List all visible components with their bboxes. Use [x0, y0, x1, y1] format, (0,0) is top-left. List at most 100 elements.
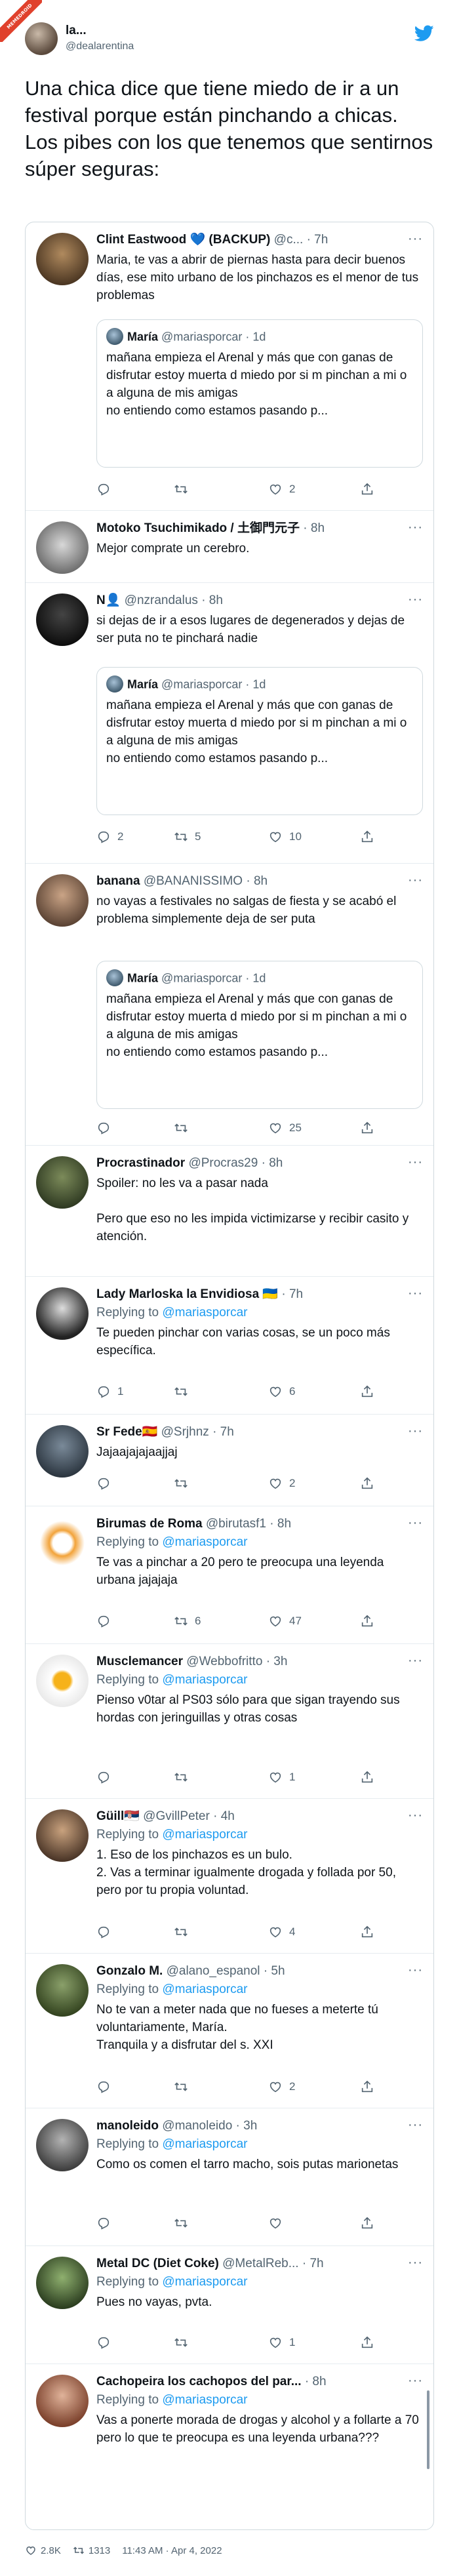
share-button[interactable] — [360, 479, 381, 499]
reply-button[interactable] — [96, 1474, 117, 1493]
user-avatar[interactable] — [36, 2119, 89, 2171]
mention-link[interactable]: @mariasporcar — [162, 1306, 247, 1319]
tweet-item: ··· Metal DC (Diet Coke) @MetalReb... · … — [26, 2246, 433, 2364]
tweet-meta: Gonzalo M. @alano_espanol · 5h — [96, 1963, 423, 1980]
tweet-text: 1. Eso de los pinchazos es un bulo. 2. V… — [96, 1848, 396, 1897]
user-avatar[interactable] — [36, 874, 89, 927]
replying-to: Replying to @mariasporcar — [96, 2137, 248, 2151]
mention-link[interactable]: @mariasporcar — [162, 2275, 247, 2289]
author-avatar[interactable] — [25, 22, 58, 55]
user-avatar[interactable] — [36, 2375, 89, 2427]
share-button[interactable] — [360, 1118, 381, 1138]
retweet-button[interactable] — [174, 2333, 195, 2352]
share-icon — [361, 1477, 373, 1489]
user-avatar[interactable] — [36, 233, 89, 285]
like-button[interactable]: 6 — [268, 1382, 295, 1401]
display-name[interactable]: Güill🇷🇸 — [96, 1809, 140, 1823]
like-button[interactable]: 2 — [268, 479, 295, 499]
user-avatar[interactable] — [36, 1809, 89, 1862]
display-name[interactable]: Birumas de Roma — [96, 1517, 203, 1531]
like-button[interactable]: 1 — [268, 2333, 295, 2352]
display-name[interactable]: Musclemancer — [96, 1655, 183, 1668]
share-button[interactable] — [360, 1922, 381, 1942]
twitter-bird-icon[interactable] — [414, 25, 434, 42]
like-button[interactable]: 1 — [268, 1767, 295, 1787]
user-avatar[interactable] — [36, 594, 89, 646]
tweet-item: ··· Cachopeira los cachopos del par... ·… — [26, 2364, 433, 2529]
reply-button[interactable]: 1 — [96, 1382, 123, 1401]
display-name[interactable]: Lady Marloska la Envidiosa 🇺🇦 — [96, 1287, 278, 1301]
user-avatar[interactable] — [36, 1964, 89, 2017]
share-icon — [361, 1925, 373, 1938]
retweet-button[interactable] — [174, 1922, 195, 1942]
mention-link[interactable]: @mariasporcar — [162, 1535, 247, 1549]
user-avatar[interactable] — [36, 2257, 89, 2309]
author-handle[interactable]: @dealarentina — [66, 41, 134, 52]
display-name[interactable]: Gonzalo M. — [96, 1964, 163, 1978]
user-avatar[interactable] — [36, 1156, 89, 1209]
retweet-button[interactable]: 6 — [174, 1611, 201, 1631]
user-avatar[interactable] — [36, 1517, 89, 1569]
share-button[interactable] — [360, 1474, 381, 1493]
share-button[interactable] — [360, 1382, 381, 1401]
quoted-tweet[interactable]: María @mariasporcar · 1d mañana empieza … — [96, 961, 423, 1109]
reply-button[interactable] — [96, 1118, 117, 1138]
share-icon — [361, 483, 373, 495]
display-name[interactable]: Procrastinador — [96, 1156, 185, 1170]
share-button[interactable] — [360, 2333, 381, 2352]
retweet-button[interactable] — [174, 1382, 195, 1401]
retweet-button[interactable] — [174, 479, 195, 499]
reply-button[interactable] — [96, 479, 117, 499]
like-button[interactable]: 4 — [268, 1922, 295, 1942]
like-button[interactable]: 2 — [268, 2077, 295, 2097]
user-handle: @Srjhnz — [161, 1425, 209, 1439]
author-name[interactable]: la... — [66, 24, 87, 38]
display-name[interactable]: Metal DC (Diet Coke) — [96, 2257, 219, 2270]
retweet-button[interactable] — [174, 2213, 195, 2233]
like-button[interactable]: 10 — [268, 827, 302, 847]
reply-button[interactable] — [96, 2077, 117, 2097]
reply-button[interactable] — [96, 1922, 117, 1942]
mention-link[interactable]: @mariasporcar — [162, 2393, 247, 2407]
display-name[interactable]: Sr Fede🇪🇸 — [96, 1425, 157, 1439]
tweet-text: Jajaajajajaajjaj — [96, 1445, 178, 1459]
quoted-tweet[interactable]: María @mariasporcar · 1d mañana empieza … — [96, 319, 423, 468]
like-button[interactable]: 47 — [268, 1611, 302, 1631]
retweet-button[interactable] — [174, 1474, 195, 1493]
display-name[interactable]: Motoko Tsuchimikado / 土御門元子 — [96, 521, 300, 535]
display-name[interactable]: banana — [96, 874, 140, 888]
share-button[interactable] — [360, 1611, 381, 1631]
quoted-tweet[interactable]: María @mariasporcar · 1d mañana empieza … — [96, 667, 423, 815]
retweet-button[interactable] — [174, 2077, 195, 2097]
like-button[interactable]: 25 — [268, 1118, 302, 1138]
share-button[interactable] — [360, 827, 381, 847]
reply-button[interactable]: 2 — [96, 827, 123, 847]
footer-likes[interactable]: 2.8K — [25, 2545, 61, 2556]
like-button[interactable] — [268, 2213, 289, 2233]
retweet-button[interactable] — [174, 1118, 195, 1138]
user-avatar[interactable] — [36, 1425, 89, 1478]
user-avatar[interactable] — [36, 1655, 89, 1707]
retweet-button[interactable]: 5 — [174, 827, 201, 847]
footer-retweets[interactable]: 1313 — [73, 2545, 110, 2556]
retweet-button[interactable] — [174, 1767, 195, 1787]
share-button[interactable] — [360, 2077, 381, 2097]
display-name[interactable]: Clint Eastwood 💙 (BACKUP) — [96, 233, 270, 247]
reply-button[interactable] — [96, 2333, 117, 2352]
like-button[interactable]: 2 — [268, 1474, 295, 1493]
display-name[interactable]: manoleido — [96, 2119, 159, 2133]
display-name[interactable]: Cachopeira los cachopos del par... — [96, 2375, 302, 2388]
reply-button[interactable] — [96, 1767, 117, 1787]
user-avatar[interactable] — [36, 521, 89, 574]
reply-button[interactable] — [96, 1611, 117, 1631]
mention-link[interactable]: @mariasporcar — [162, 1673, 247, 1687]
mention-link[interactable]: @mariasporcar — [162, 2137, 247, 2151]
user-avatar[interactable] — [36, 1287, 89, 1340]
mention-link[interactable]: @mariasporcar — [162, 1828, 247, 1841]
share-button[interactable] — [360, 1767, 381, 1787]
scrollbar[interactable] — [427, 2390, 429, 2469]
reply-button[interactable] — [96, 2213, 117, 2233]
share-button[interactable] — [360, 2213, 381, 2233]
mention-link[interactable]: @mariasporcar — [162, 1982, 247, 1996]
display-name[interactable]: N👤 — [96, 594, 121, 607]
